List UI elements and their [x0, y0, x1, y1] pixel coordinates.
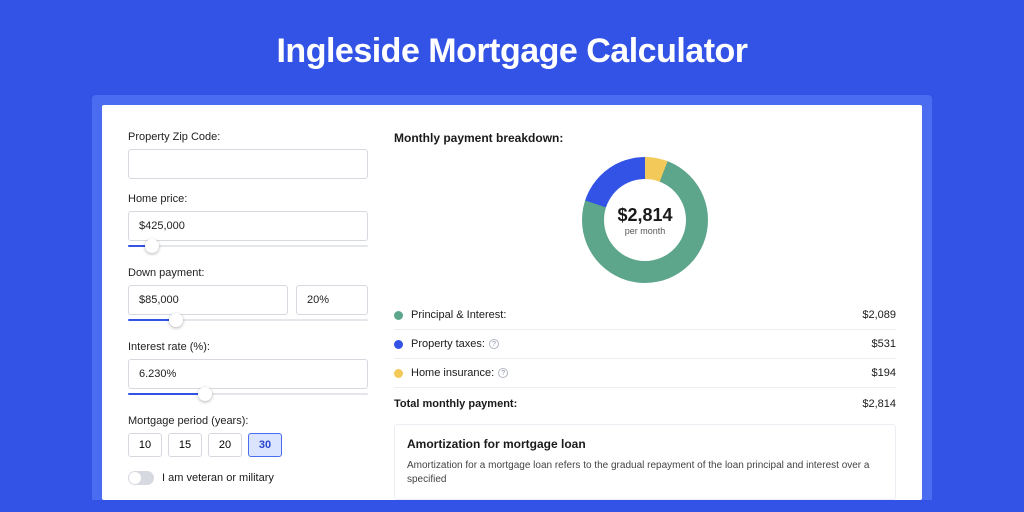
legend: Principal & Interest:$2,089Property taxe…	[394, 301, 896, 388]
home-price-label: Home price:	[128, 193, 368, 205]
legend-value: $531	[872, 338, 896, 350]
donut-sub: per month	[625, 226, 666, 236]
total-value: $2,814	[862, 398, 896, 410]
home-price-slider[interactable]	[128, 239, 368, 253]
interest-label: Interest rate (%):	[128, 341, 368, 353]
info-icon[interactable]: ?	[489, 339, 499, 349]
legend-dot	[394, 369, 403, 378]
calculator-shadow-wrap: Property Zip Code: Home price: Down paym…	[92, 95, 932, 500]
down-payment-slider[interactable]	[128, 313, 368, 327]
info-icon[interactable]: ?	[498, 368, 508, 378]
breakdown-title: Monthly payment breakdown:	[394, 131, 896, 145]
donut-center: $2,814 per month	[604, 179, 686, 261]
legend-row: Home insurance:?$194	[394, 359, 896, 388]
interest-input[interactable]	[128, 359, 368, 389]
legend-dot	[394, 311, 403, 320]
period-button-10[interactable]: 10	[128, 433, 162, 457]
slider-fill	[128, 393, 205, 395]
period-buttons: 10152030	[128, 433, 368, 457]
down-payment-input[interactable]	[128, 285, 288, 315]
legend-value: $2,089	[862, 309, 896, 321]
veteran-toggle[interactable]	[128, 471, 154, 485]
legend-value: $194	[872, 367, 896, 379]
interest-slider[interactable]	[128, 387, 368, 401]
zip-input[interactable]	[128, 149, 368, 179]
period-group: Mortgage period (years): 10152030	[128, 415, 368, 457]
amortization-card: Amortization for mortgage loan Amortizat…	[394, 424, 896, 500]
slider-thumb[interactable]	[145, 239, 159, 253]
page-title: Ingleside Mortgage Calculator	[0, 0, 1024, 95]
home-price-group: Home price:	[128, 193, 368, 253]
down-payment-group: Down payment:	[128, 267, 368, 327]
total-row: Total monthly payment: $2,814	[394, 388, 896, 424]
period-button-15[interactable]: 15	[168, 433, 202, 457]
period-button-20[interactable]: 20	[208, 433, 242, 457]
total-label: Total monthly payment:	[394, 398, 517, 410]
down-payment-pct-input[interactable]	[296, 285, 368, 315]
legend-label: Property taxes:?	[411, 338, 872, 350]
slider-track	[128, 245, 368, 247]
donut-amount: $2,814	[617, 205, 672, 226]
interest-group: Interest rate (%):	[128, 341, 368, 401]
amortization-text: Amortization for a mortgage loan refers …	[407, 459, 883, 487]
form-column: Property Zip Code: Home price: Down paym…	[128, 131, 368, 500]
legend-row: Property taxes:?$531	[394, 330, 896, 359]
zip-label: Property Zip Code:	[128, 131, 368, 143]
legend-label: Principal & Interest:	[411, 309, 862, 321]
amortization-title: Amortization for mortgage loan	[407, 437, 883, 451]
veteran-label: I am veteran or military	[162, 472, 274, 484]
calculator-card: Property Zip Code: Home price: Down paym…	[102, 105, 922, 500]
down-payment-label: Down payment:	[128, 267, 368, 279]
zip-group: Property Zip Code:	[128, 131, 368, 179]
breakdown-column: Monthly payment breakdown: $2,814 per mo…	[394, 131, 896, 500]
period-label: Mortgage period (years):	[128, 415, 368, 427]
donut-wrap: $2,814 per month	[394, 157, 896, 283]
slider-thumb[interactable]	[198, 387, 212, 401]
slider-thumb[interactable]	[169, 313, 183, 327]
home-price-input[interactable]	[128, 211, 368, 241]
period-button-30[interactable]: 30	[248, 433, 282, 457]
legend-dot	[394, 340, 403, 349]
legend-row: Principal & Interest:$2,089	[394, 301, 896, 330]
donut-chart: $2,814 per month	[582, 157, 708, 283]
veteran-row: I am veteran or military	[128, 471, 368, 485]
legend-label: Home insurance:?	[411, 367, 872, 379]
